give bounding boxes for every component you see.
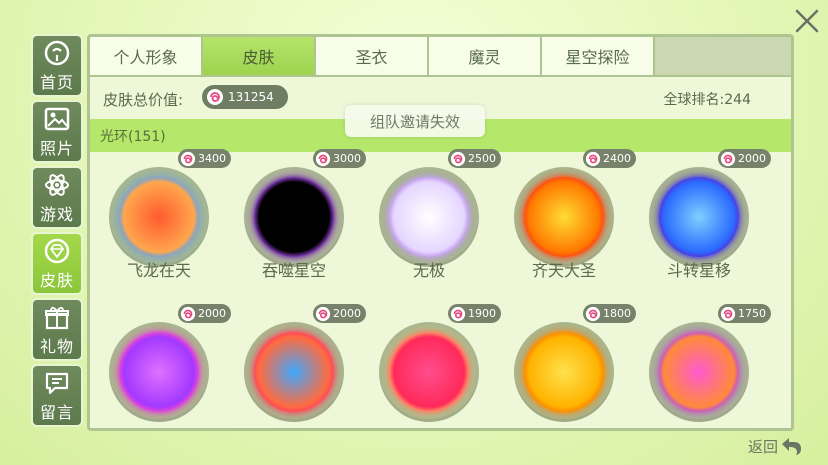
nav-item-gifts[interactable]: 礼物 xyxy=(31,298,83,361)
candy-swirl-icon xyxy=(450,151,466,166)
price-badge: 1750 xyxy=(718,304,771,323)
skin-item-name: 吞噬星空 xyxy=(261,261,326,280)
price-badge: 3400 xyxy=(178,149,231,168)
nav-label-games: 游戏 xyxy=(39,204,74,224)
halo-preview-icon xyxy=(389,332,469,412)
skin-item-name: 齐天大圣 xyxy=(531,261,596,280)
tab-avatar[interactable]: 个人形象 xyxy=(90,37,203,75)
side-navigation: 首页 照片 游戏 皮肤 礼物 留言 xyxy=(31,34,86,430)
tab-holy-armor[interactable]: 圣衣 xyxy=(316,37,429,75)
nav-item-photos[interactable]: 照片 xyxy=(31,100,83,163)
nav-label-photos: 照片 xyxy=(39,138,74,158)
message-icon xyxy=(45,372,69,394)
tab-star-adventure[interactable]: 星空探险 xyxy=(542,37,655,75)
tab-bar: 个人形象 皮肤 圣衣 魔灵 星空探险 xyxy=(90,37,791,77)
candy-swirl-icon xyxy=(207,89,223,105)
halo-preview-icon xyxy=(659,177,739,257)
nav-item-home[interactable]: 首页 xyxy=(31,34,83,97)
candy-swirl-icon xyxy=(180,306,196,321)
halo-preview-icon xyxy=(659,332,739,412)
halo-preview-icon xyxy=(524,177,604,257)
skin-item[interactable]: 3400 飞龙在天 xyxy=(92,147,231,287)
tab-spirit[interactable]: 魔灵 xyxy=(429,37,542,75)
halo-preview-icon xyxy=(389,177,469,257)
candy-swirl-icon xyxy=(585,306,601,321)
price-amount: 1750 xyxy=(738,307,766,320)
skin-item-name: 无极 xyxy=(412,261,445,280)
price-badge: 1900 xyxy=(448,304,501,323)
nav-label-gifts: 礼物 xyxy=(39,336,74,356)
price-badge: 2000 xyxy=(313,304,366,323)
face-icon xyxy=(44,40,70,65)
skin-item[interactable]: 2500 无极 xyxy=(362,147,501,287)
skin-item[interactable]: 2000 xyxy=(92,302,231,442)
candy-swirl-icon xyxy=(450,306,466,321)
halo-preview-icon xyxy=(254,177,334,257)
nav-label-messages: 留言 xyxy=(39,402,74,422)
price-badge: 3000 xyxy=(313,149,366,168)
skin-item[interactable]: 1750 xyxy=(632,302,771,442)
top-ghost-text xyxy=(230,0,590,24)
skin-item-name: 飞龙在天 xyxy=(126,261,191,280)
price-badge: 2400 xyxy=(583,149,636,168)
atom-icon xyxy=(45,173,69,196)
nav-item-skins[interactable]: 皮肤 xyxy=(31,232,83,295)
skin-item[interactable]: 2000 xyxy=(227,302,366,442)
back-button[interactable]: 返回 xyxy=(748,432,804,460)
nav-label-home: 首页 xyxy=(39,72,74,92)
skin-value-amount: 131254 xyxy=(228,90,274,104)
skins-panel: 个人形象 皮肤 圣衣 魔灵 星空探险 皮肤总价值: 131254 全球排名:24… xyxy=(87,34,794,431)
photo-icon xyxy=(44,107,70,130)
price-amount: 2000 xyxy=(333,307,361,320)
skin-item[interactable]: 1900 xyxy=(362,302,501,442)
team-invite-expired-toast: 组队邀请失效 xyxy=(345,105,485,137)
price-badge: 2500 xyxy=(448,149,501,168)
price-badge: 1800 xyxy=(583,304,636,323)
back-arrow-icon xyxy=(782,438,802,455)
skin-grid: 3400 飞龙在天 3000 吞噬星空 2500 无极 2400 齐天大圣 2000 斗转星移 20… xyxy=(90,149,791,430)
price-amount: 2400 xyxy=(603,152,631,165)
candy-swirl-icon xyxy=(315,151,331,166)
candy-swirl-icon xyxy=(180,151,196,166)
skin-item[interactable]: 1800 xyxy=(497,302,636,442)
skin-value-chip: 131254 xyxy=(202,85,288,109)
halo-preview-icon xyxy=(524,332,604,412)
candy-swirl-icon xyxy=(720,306,736,321)
candy-swirl-icon xyxy=(315,306,331,321)
info-row: 皮肤总价值: 131254 全球排名:244 组队邀请失效 xyxy=(90,77,791,137)
close-icon[interactable] xyxy=(790,4,824,38)
price-amount: 3400 xyxy=(198,152,226,165)
nav-label-skins: 皮肤 xyxy=(39,270,74,290)
tab-skins[interactable]: 皮肤 xyxy=(203,37,316,75)
price-badge: 2000 xyxy=(718,149,771,168)
halo-preview-icon xyxy=(119,177,199,257)
tab-bar-filler xyxy=(655,37,791,75)
price-amount: 1900 xyxy=(468,307,496,320)
back-label: 返回 xyxy=(748,437,779,456)
gift-icon xyxy=(45,306,69,329)
skin-item[interactable]: 3000 吞噬星空 xyxy=(227,147,366,287)
global-ranking: 全球排名:244 xyxy=(663,92,751,108)
skin-item-name: 斗转星移 xyxy=(666,261,731,280)
price-amount: 2000 xyxy=(738,152,766,165)
diamond-icon xyxy=(44,238,70,263)
skin-item[interactable]: 2400 齐天大圣 xyxy=(497,147,636,287)
halo-preview-icon xyxy=(119,332,199,412)
skin-item[interactable]: 2000 斗转星移 xyxy=(632,147,771,287)
candy-swirl-icon xyxy=(720,151,736,166)
halo-preview-icon xyxy=(254,332,334,412)
nav-item-messages[interactable]: 留言 xyxy=(31,364,83,427)
price-amount: 1800 xyxy=(603,307,631,320)
price-badge: 2000 xyxy=(178,304,231,323)
nav-item-games[interactable]: 游戏 xyxy=(31,166,83,229)
price-amount: 3000 xyxy=(333,152,361,165)
price-amount: 2500 xyxy=(468,152,496,165)
skin-value-label: 皮肤总价值: xyxy=(103,91,184,109)
candy-swirl-icon xyxy=(585,151,601,166)
price-amount: 2000 xyxy=(198,307,226,320)
